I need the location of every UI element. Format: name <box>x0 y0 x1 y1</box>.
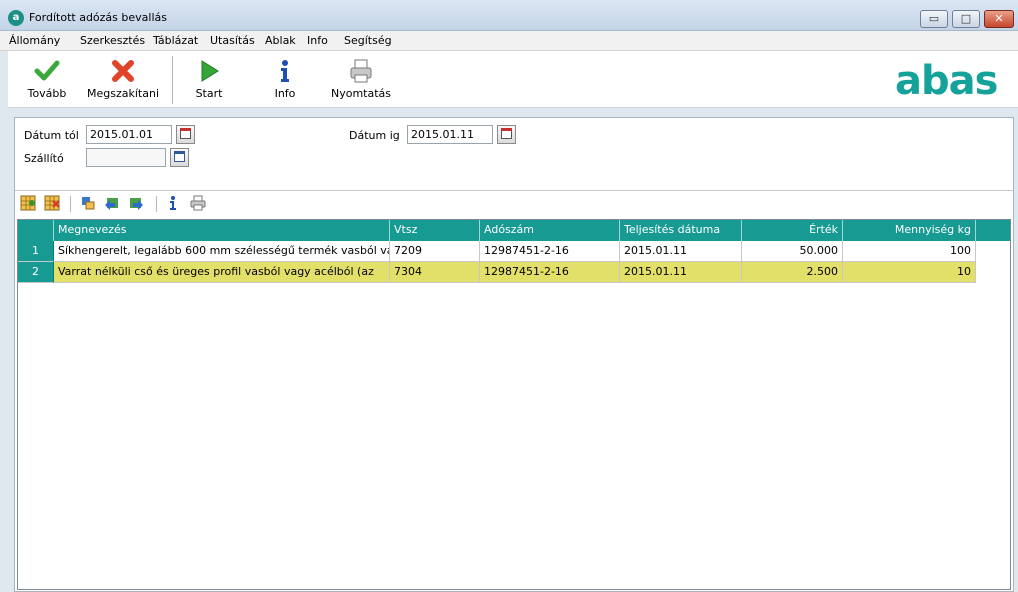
toolbar-separator <box>172 56 173 104</box>
szallito-input[interactable] <box>86 148 166 167</box>
lookup-icon <box>174 151 185 162</box>
szallito-lookup-button[interactable] <box>170 148 189 167</box>
info-button[interactable]: Info <box>260 55 310 103</box>
calendar-icon <box>180 128 191 139</box>
minimize-button[interactable]: ▭ <box>920 10 948 28</box>
tovabb-button[interactable]: Tovább <box>16 55 78 103</box>
main-toolbar: Tovább Megszakítani Start Info Nyomtatás… <box>8 51 1018 108</box>
table-toolbar-separator <box>70 196 71 212</box>
move-down-icon[interactable] <box>128 195 144 211</box>
datum-ig-calendar-button[interactable] <box>497 125 516 144</box>
megszakitani-label: Megszakítani <box>87 87 159 100</box>
cell-vtsz[interactable]: 7209 <box>390 241 480 262</box>
window-title: Fordított adózás bevallás <box>29 11 167 24</box>
cell-mennyiseg-kg[interactable]: 100 <box>843 241 976 262</box>
column-header-ertek[interactable]: Érték <box>742 220 843 241</box>
cell-adoszam[interactable]: 12987451-2-16 <box>480 241 620 262</box>
app-icon: a <box>8 10 24 26</box>
printer-icon <box>350 59 372 83</box>
maximize-button[interactable]: □ <box>952 10 980 28</box>
start-button[interactable]: Start <box>184 55 234 103</box>
menu-allomany[interactable]: Állomány <box>9 34 60 47</box>
column-header-mennyiseg-kg[interactable]: Mennyiség kg <box>843 220 976 241</box>
column-header-teljesites-datuma[interactable]: Teljesítés dátuma <box>620 220 742 241</box>
menu-bar: Állomány Szerkesztés Táblázat Utasítás A… <box>0 31 1018 51</box>
cell-megnevezes[interactable]: Varrat nélküli cső és üreges profil vasb… <box>54 262 390 283</box>
cell-teljesites-datuma[interactable]: 2015.01.11 <box>620 241 742 262</box>
tovabb-label: Tovább <box>27 87 67 100</box>
table-row[interactable]: 1 Síkhengerelt, legalább 600 mm szélessé… <box>18 241 1010 262</box>
datum-ig-input[interactable]: 2015.01.11 <box>407 125 493 144</box>
info-icon <box>281 60 289 82</box>
table-row[interactable]: 2 Varrat nélküli cső és üreges profil va… <box>18 262 1010 283</box>
column-header-vtsz[interactable]: Vtsz <box>390 220 480 241</box>
row-info-icon[interactable] <box>165 195 181 211</box>
calendar-icon <box>501 128 512 139</box>
cell-vtsz[interactable]: 7304 <box>390 262 480 283</box>
szallito-label: Szállító <box>24 152 64 165</box>
menu-tablazat[interactable]: Táblázat <box>153 34 198 47</box>
delete-row-icon[interactable] <box>44 195 60 211</box>
menu-info[interactable]: Info <box>307 34 328 47</box>
abas-logo: abas <box>895 58 998 104</box>
column-header-megnevezes[interactable]: Megnevezés <box>54 220 390 241</box>
menu-ablak[interactable]: Ablak <box>265 34 296 47</box>
column-header-adoszam[interactable]: Adószám <box>480 220 620 241</box>
checkmark-icon <box>34 60 60 81</box>
row-number-header <box>18 220 54 241</box>
copy-row-icon[interactable] <box>80 195 96 211</box>
datum-tol-calendar-button[interactable] <box>176 125 195 144</box>
menu-utasitas[interactable]: Utasítás <box>210 34 255 47</box>
datum-tol-label: Dátum tól <box>24 129 79 142</box>
main-panel: Dátum tól 2015.01.01 Dátum ig 2015.01.11… <box>14 117 1014 592</box>
datum-ig-label: Dátum ig <box>349 129 400 142</box>
row-number: 2 <box>18 262 54 283</box>
start-label: Start <box>195 87 223 100</box>
datum-tol-input[interactable]: 2015.01.01 <box>86 125 172 144</box>
row-number: 1 <box>18 241 54 262</box>
menu-segitseg[interactable]: Segítség <box>344 34 392 47</box>
title-bar: a Fordított adózás bevallás ▭ □ ✕ <box>0 0 1018 31</box>
print-icon[interactable] <box>190 195 206 211</box>
table-header: Megnevezés Vtsz Adószám Teljesítés dátum… <box>18 220 1010 241</box>
add-row-icon[interactable] <box>20 195 36 211</box>
close-button[interactable]: ✕ <box>984 10 1014 28</box>
info-label: Info <box>274 87 296 100</box>
cell-ertek[interactable]: 50.000 <box>742 241 843 262</box>
play-icon <box>201 60 219 82</box>
cell-adoszam[interactable]: 12987451-2-16 <box>480 262 620 283</box>
cell-ertek[interactable]: 2.500 <box>742 262 843 283</box>
nyomtatas-button[interactable]: Nyomtatás <box>328 55 394 103</box>
table-toolbar-separator <box>156 196 157 212</box>
form-divider <box>15 190 1013 191</box>
cell-megnevezes[interactable]: Síkhengerelt, legalább 600 mm szélességű… <box>54 241 390 262</box>
megszakitani-button[interactable]: Megszakítani <box>84 55 162 103</box>
cell-mennyiseg-kg[interactable]: 10 <box>843 262 976 283</box>
cross-icon <box>112 60 134 82</box>
move-up-icon[interactable] <box>104 195 120 211</box>
menu-szerkesztes[interactable]: Szerkesztés <box>80 34 145 47</box>
nyomtatas-label: Nyomtatás <box>330 87 392 100</box>
data-table: Megnevezés Vtsz Adószám Teljesítés dátum… <box>17 219 1011 590</box>
cell-teljesites-datuma[interactable]: 2015.01.11 <box>620 262 742 283</box>
